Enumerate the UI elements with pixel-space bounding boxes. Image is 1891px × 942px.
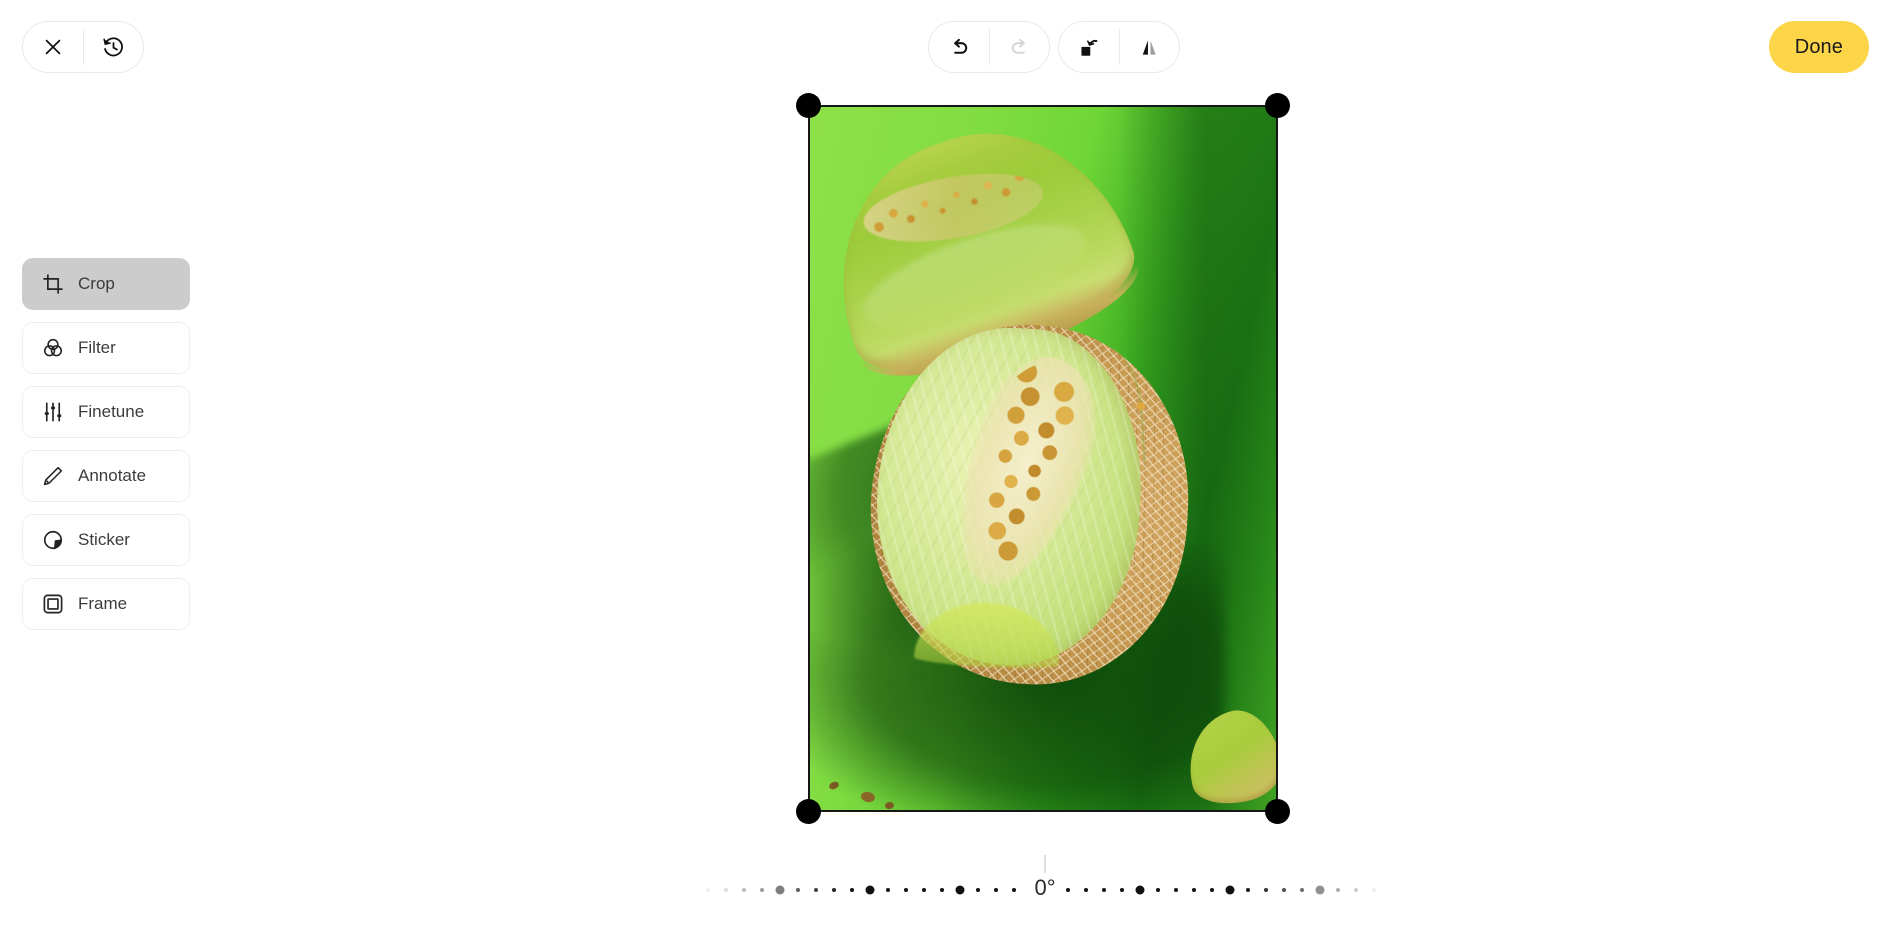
- sidebar-item-label: Annotate: [78, 466, 147, 485]
- rotation-tick: [1012, 888, 1016, 892]
- rotation-tick: [760, 888, 764, 892]
- rotation-tick: [1084, 888, 1088, 892]
- melon-half: [861, 316, 1197, 692]
- flip-horizontal-icon: [1138, 36, 1161, 59]
- rotation-tick: [1135, 885, 1145, 895]
- rotation-tick: [1066, 888, 1070, 892]
- file-actions-group: [22, 21, 144, 73]
- rotation-tick: [706, 888, 710, 892]
- crop-icon: [41, 272, 65, 296]
- rotation-tick: [1372, 888, 1376, 892]
- transform-group: [1058, 21, 1180, 73]
- rotation-tick: [1120, 888, 1124, 892]
- sidebar-item-label: Sticker: [78, 530, 130, 549]
- tool-sidebar: Crop Filter Finetune Annotate Sticker Fr…: [22, 258, 190, 630]
- sticker-icon: [41, 528, 65, 552]
- finetune-icon: [41, 400, 65, 424]
- crop-handle-bottom-right[interactable]: [1265, 799, 1290, 824]
- rotation-tick: [922, 888, 926, 892]
- rotation-tick: [775, 885, 785, 895]
- crop-handle-bottom-left[interactable]: [796, 799, 821, 824]
- rotation-tick: [1264, 888, 1268, 892]
- rotation-tick: [850, 888, 854, 892]
- crop-handle-top-left[interactable]: [796, 93, 821, 118]
- rotation-tick: [1354, 888, 1358, 892]
- sidebar-item-annotate[interactable]: Annotate: [22, 450, 190, 502]
- sidebar-item-frame[interactable]: Frame: [22, 578, 190, 630]
- undo-icon: [948, 36, 971, 59]
- close-button[interactable]: [23, 22, 83, 72]
- canvas-area: [796, 93, 1290, 824]
- rotation-tick: [796, 888, 800, 892]
- rotation-center-tick: [1044, 855, 1046, 875]
- rotation-tick: [1225, 885, 1235, 895]
- rotation-tick: [976, 888, 980, 892]
- rotation-tick: [1315, 885, 1325, 895]
- rotation-dial[interactable]: 0°: [706, 855, 1382, 917]
- rotation-tick: [1282, 888, 1286, 892]
- sidebar-item-sticker[interactable]: Sticker: [22, 514, 190, 566]
- sidebar-item-label: Finetune: [78, 402, 145, 421]
- image-editor: Done Crop Filter Finetune Annotate Stick…: [0, 0, 1891, 942]
- loose-seed: [884, 801, 894, 810]
- rotation-tick: [904, 888, 908, 892]
- frame-icon: [41, 592, 65, 616]
- rotation-tick: [940, 888, 944, 892]
- rotate-left-icon: [1078, 36, 1101, 59]
- rotation-tick: [955, 885, 965, 895]
- rotation-tick: [814, 888, 818, 892]
- filter-icon: [41, 336, 65, 360]
- rotation-tick: [832, 888, 836, 892]
- redo-icon: [1008, 36, 1031, 59]
- close-icon: [42, 36, 64, 58]
- history-group: [928, 21, 1050, 73]
- rotation-tick: [994, 888, 998, 892]
- crop-frame[interactable]: [808, 105, 1278, 812]
- crop-handle-top-right[interactable]: [1265, 93, 1290, 118]
- sidebar-item-label: Frame: [78, 594, 128, 613]
- rotation-tick: [865, 885, 875, 895]
- revert-button[interactable]: [83, 22, 143, 72]
- sidebar-item-filter[interactable]: Filter: [22, 322, 190, 374]
- rotation-tick: [1300, 888, 1304, 892]
- rotation-tick: [1210, 888, 1214, 892]
- rotation-tick: [886, 888, 890, 892]
- sidebar-item-finetune[interactable]: Finetune: [22, 386, 190, 438]
- melon-seed-speck: [1136, 402, 1146, 410]
- rotation-tick: [1174, 888, 1178, 892]
- rotate-button[interactable]: [1059, 22, 1119, 72]
- rotation-tick: [1336, 888, 1340, 892]
- flip-button[interactable]: [1119, 22, 1179, 72]
- rotation-tick: [742, 888, 746, 892]
- edited-image: [810, 107, 1276, 810]
- sidebar-item-label: Filter: [78, 338, 116, 357]
- redo-button[interactable]: [989, 22, 1049, 72]
- rotation-tick: [724, 888, 728, 892]
- rotation-tick: [1156, 888, 1160, 892]
- history-revert-icon: [102, 36, 125, 59]
- sidebar-item-label: Crop: [78, 274, 115, 293]
- rotation-tick: [1246, 888, 1250, 892]
- sidebar-item-crop[interactable]: Crop: [22, 258, 190, 310]
- rotation-tick: [1192, 888, 1196, 892]
- annotate-icon: [41, 464, 65, 488]
- done-button[interactable]: Done: [1768, 21, 1869, 73]
- undo-button[interactable]: [929, 22, 989, 72]
- rotation-value-label: 0°: [1027, 873, 1063, 903]
- rotation-tick: [1102, 888, 1106, 892]
